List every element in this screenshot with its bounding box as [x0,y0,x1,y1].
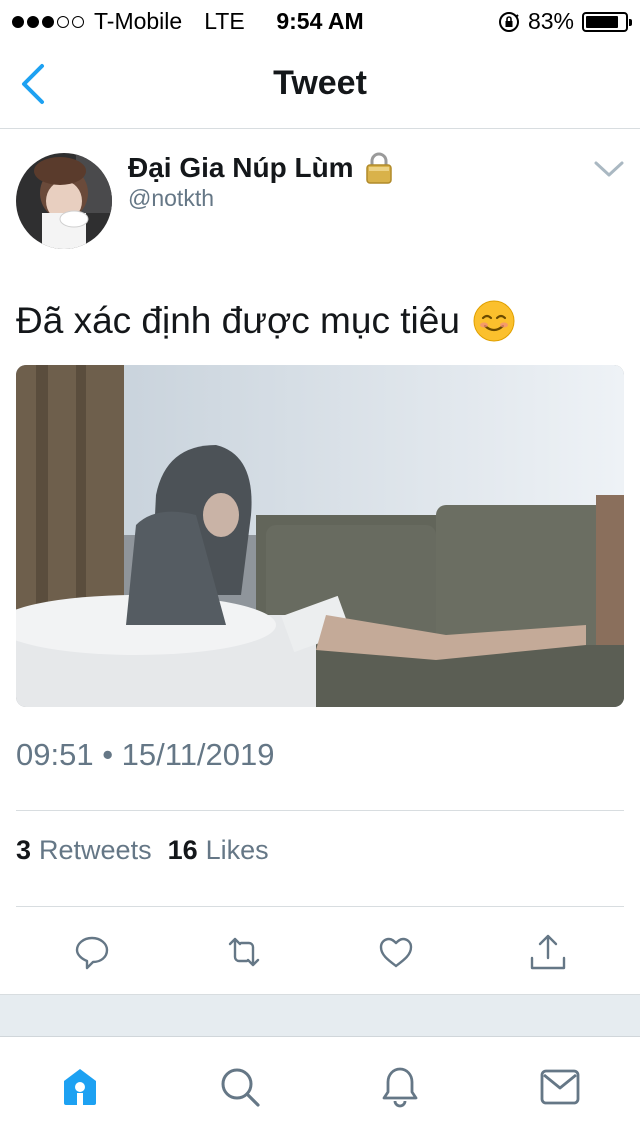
section-gap [0,994,640,1037]
smiling-face-icon [473,300,515,342]
page-title: Tweet [273,64,367,102]
reply-icon[interactable] [72,932,112,972]
notifications-icon[interactable] [378,1065,422,1109]
status-bar: T-Mobile LTE 9:54 AM 83% [0,0,640,40]
tweet-text: Đã xác định được mục tiêu [16,299,516,343]
retweet-icon[interactable] [224,932,264,972]
user-handle[interactable]: @notkth [128,185,214,212]
avatar[interactable] [16,153,112,249]
tweet-media-image[interactable] [16,365,624,707]
divider [16,810,624,811]
like-icon[interactable] [376,932,416,972]
tweet-stats: 3 Retweets 16 Likes [16,835,277,866]
lock-icon [365,152,392,184]
tweet-timestamp: 09:51 • 15/11/2019 [16,737,275,772]
messages-icon[interactable] [538,1065,582,1109]
chevron-down-icon[interactable] [592,157,626,181]
likes-count[interactable]: 16 [168,835,198,866]
share-icon[interactable] [528,932,568,972]
search-icon[interactable] [218,1065,262,1109]
tweet-actions [0,922,640,992]
nav-bar: Tweet [0,40,640,129]
likes-label[interactable]: Likes [206,835,269,866]
display-name[interactable]: Đại Gia Núp Lùm [128,152,354,184]
tweet-text-content: Đã xác định được mục tiêu [16,300,460,341]
battery-icon [582,11,632,32]
retweets-label[interactable]: Retweets [39,835,152,866]
home-icon[interactable] [58,1065,102,1109]
retweets-count[interactable]: 3 [16,835,31,866]
tab-bar [0,1036,640,1137]
divider [16,906,624,907]
orientation-lock-icon [498,11,519,32]
battery-percent: 83% [527,8,574,34]
